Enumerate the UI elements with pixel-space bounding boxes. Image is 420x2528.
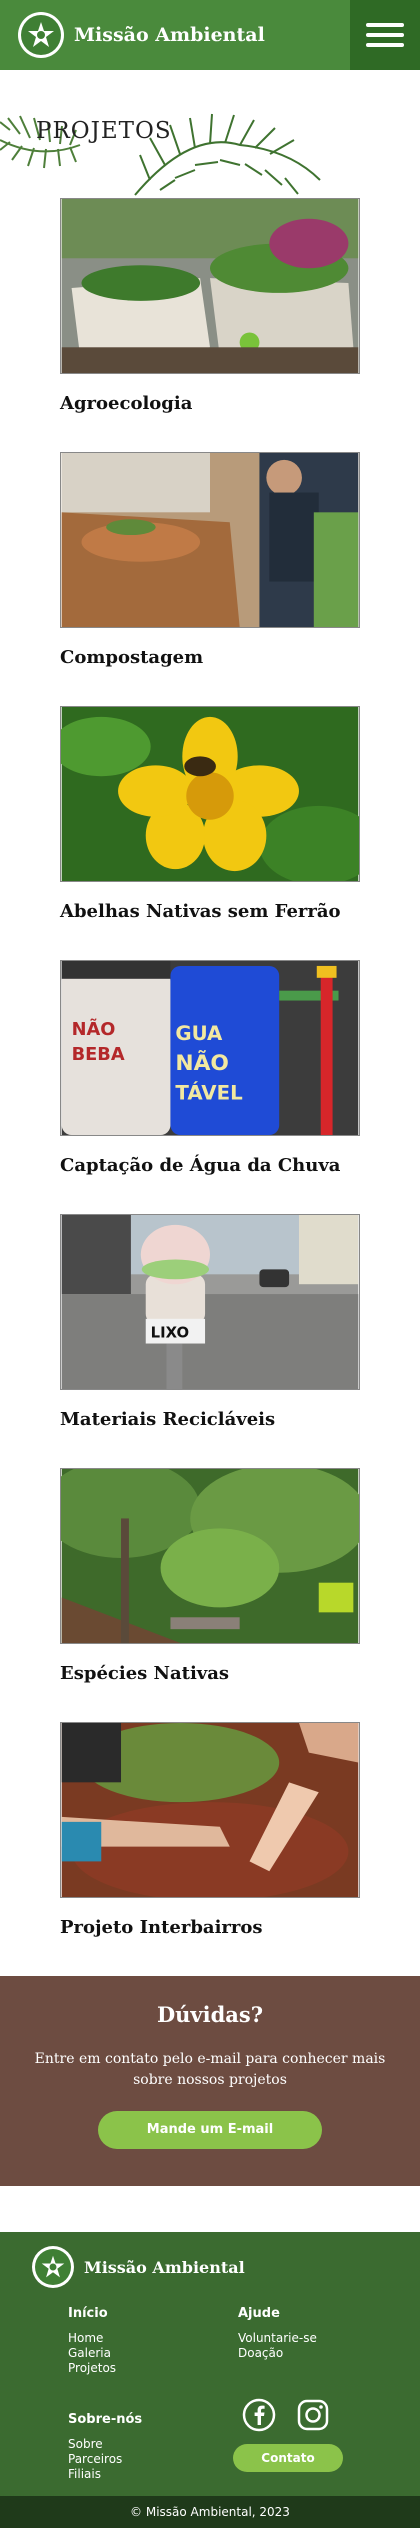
top-header: Missão Ambiental: [0, 0, 420, 70]
footer-heading: Ajude: [238, 2306, 280, 2321]
footer-link-parceiros[interactable]: Parceiros: [68, 2452, 142, 2467]
project-title: Materiais Recicláveis: [60, 1409, 276, 1430]
footer-link-sobre[interactable]: Sobre: [68, 2437, 142, 2452]
footer-link-projetos[interactable]: Projetos: [68, 2361, 116, 2376]
footer-heading: Sobre-nós: [68, 2412, 143, 2427]
project-title: Captação de Água da Chuva: [60, 1155, 341, 1176]
recycling-bin-street-photo: LIXO: [60, 1214, 360, 1390]
project-card[interactable]: Projeto Interbairros: [60, 1722, 360, 1938]
footer-link-filiais[interactable]: Filiais: [68, 2467, 142, 2482]
projects-list: Agroecologia Compostagem Abelhas Nativas…: [0, 198, 420, 1938]
hands-planting-photo: [60, 1722, 360, 1898]
svg-text:BEBA: BEBA: [72, 1044, 125, 1065]
contact-text: Entre em contato pelo e-mail para conhec…: [34, 2051, 386, 2088]
instagram-icon[interactable]: [296, 2398, 330, 2432]
footer-link-home[interactable]: Home: [68, 2331, 116, 2346]
footer-link-doacao[interactable]: Doação: [238, 2346, 317, 2361]
footer-col-ajude: Ajude Voluntarie-se Doação: [238, 2306, 317, 2361]
rain-barrels-photo: NÃO BEBA GUA NÃO TÁVEL: [60, 960, 360, 1136]
footer-heading: Início: [68, 2306, 108, 2321]
project-title: Abelhas Nativas sem Ferrão: [60, 901, 341, 922]
svg-text:LIXO: LIXO: [151, 1325, 189, 1342]
project-title: Espécies Nativas: [60, 1663, 230, 1684]
footer-link-galeria[interactable]: Galeria: [68, 2346, 116, 2361]
compost-photo: [60, 452, 360, 628]
footer-col-inicio: Início Home Galeria Projetos: [68, 2306, 116, 2376]
page-title: PROJETOS: [36, 118, 172, 144]
contact-title: Dúvidas?: [156, 2002, 264, 2027]
send-email-button[interactable]: Mande um E-mail: [98, 2111, 322, 2149]
svg-text:NÃO: NÃO: [72, 1017, 116, 1040]
project-title: Agroecologia: [60, 393, 193, 414]
contact-section: Dúvidas? Entre em contato pelo e-mail pa…: [0, 1976, 420, 2186]
svg-text:GUA: GUA: [175, 1022, 223, 1045]
logo-link[interactable]: Missão Ambiental: [0, 12, 265, 58]
social-links: [242, 2398, 330, 2432]
brand-name: Missão Ambiental: [74, 24, 265, 46]
star-leaf-logo-icon: [18, 12, 64, 58]
project-card[interactable]: Abelhas Nativas sem Ferrão: [60, 706, 360, 922]
native-forest-trail-photo: [60, 1468, 360, 1644]
project-title: Projeto Interbairros: [60, 1917, 263, 1938]
hero-section: PROJETOS: [0, 70, 420, 198]
copyright: © Missão Ambiental, 2023: [0, 2496, 420, 2528]
footer: Missão Ambiental Início Home Galeria Pro…: [0, 2232, 420, 2496]
contact-button[interactable]: Contato: [233, 2444, 343, 2472]
project-card[interactable]: Espécies Nativas: [60, 1468, 360, 1684]
project-card[interactable]: Compostagem: [60, 452, 360, 668]
garden-beds-photo: [60, 198, 360, 374]
project-title: Compostagem: [60, 647, 204, 668]
hamburger-menu-icon[interactable]: [350, 0, 420, 70]
project-card[interactable]: NÃO BEBA GUA NÃO TÁVEL Captação de Água …: [60, 960, 360, 1176]
footer-logo[interactable]: Missão Ambiental: [32, 2246, 245, 2288]
facebook-icon[interactable]: [242, 2398, 276, 2432]
footer-brand: Missão Ambiental: [84, 2257, 245, 2277]
svg-text:NÃO: NÃO: [175, 1050, 229, 1076]
footer-col-sobre: Sobre-nós Sobre Parceiros Filiais: [68, 2412, 142, 2482]
bee-on-yellow-flower-photo: [60, 706, 360, 882]
project-card[interactable]: Agroecologia: [60, 198, 360, 414]
svg-text:TÁVEL: TÁVEL: [175, 1081, 243, 1104]
project-card[interactable]: LIXO Materiais Recicláveis: [60, 1214, 360, 1430]
footer-link-voluntarie[interactable]: Voluntarie-se: [238, 2331, 317, 2346]
star-leaf-logo-icon: [32, 2246, 74, 2288]
